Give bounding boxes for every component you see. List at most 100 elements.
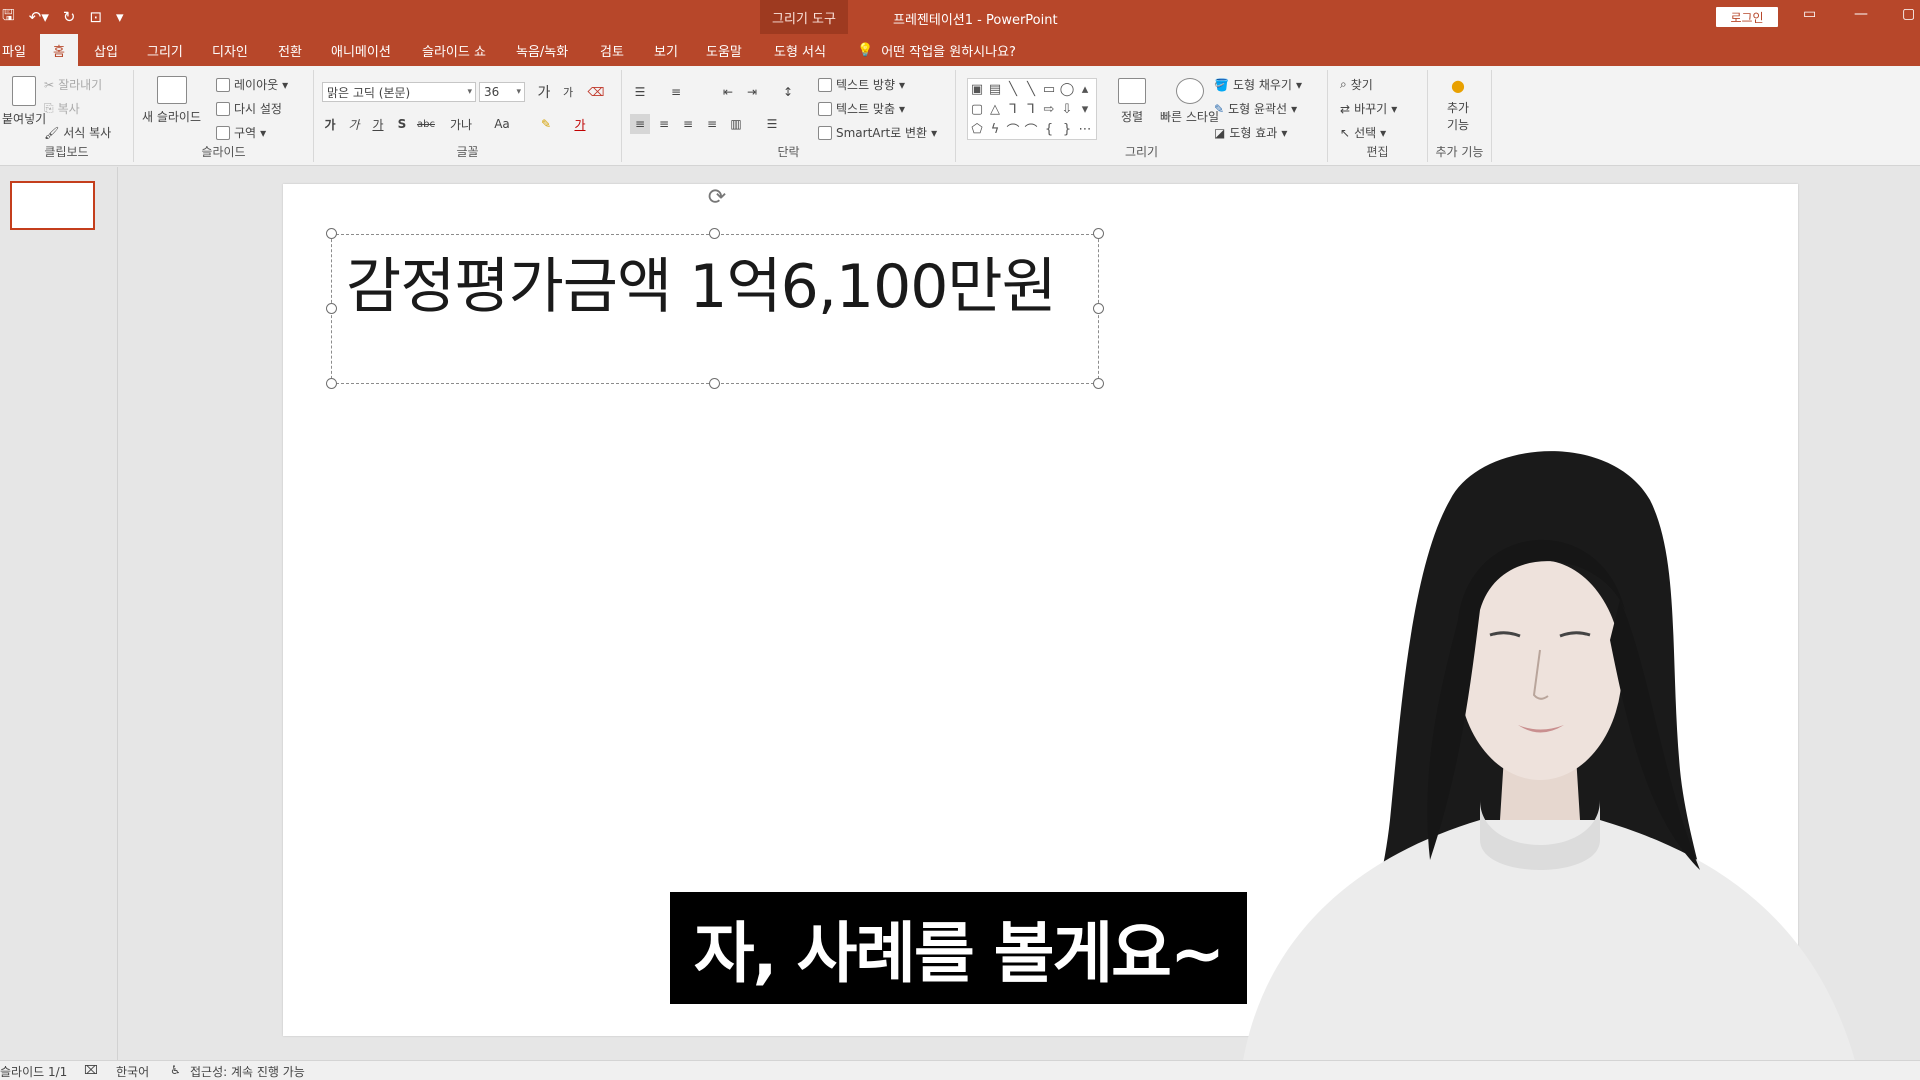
cut-button[interactable]: ✂ 잘라내기 <box>44 76 102 93</box>
connector-shape-icon[interactable]: ⅂ <box>1022 99 1040 119</box>
replace-button[interactable]: ⇄ 바꾸기 ▾ <box>1340 100 1397 117</box>
shadow-button[interactable]: S <box>392 114 412 134</box>
redo-icon[interactable]: ↻ <box>63 8 76 26</box>
tab-review[interactable]: 검토 <box>600 34 624 66</box>
tab-animations[interactable]: 애니메이션 <box>331 34 391 66</box>
align-right-icon[interactable]: ≡ <box>678 114 698 134</box>
font-color-button[interactable]: 가 <box>570 114 590 134</box>
char-spacing-button[interactable]: 가나 <box>446 114 476 134</box>
spell-check-icon[interactable]: ⌧ <box>84 1063 98 1077</box>
resize-handle-t[interactable] <box>709 228 720 239</box>
elbow-shape-icon[interactable]: ⅂ <box>1004 99 1022 119</box>
brace-right-shape-icon[interactable]: } <box>1058 119 1076 139</box>
lightning-shape-icon[interactable]: ϟ <box>986 119 1004 139</box>
undo-icon[interactable]: ↶▾ <box>29 8 49 26</box>
resize-handle-l[interactable] <box>326 303 337 314</box>
accessibility-status[interactable]: 접근성: 계속 진행 가능 <box>190 1063 305 1080</box>
resize-handle-b[interactable] <box>709 378 720 389</box>
bold-button[interactable]: 가 <box>320 114 340 134</box>
gallery-more-icon[interactable]: ⋯ <box>1076 119 1094 139</box>
text-direction-button[interactable]: 텍스트 방향 ▾ <box>818 76 905 93</box>
login-button[interactable]: 로그인 <box>1716 7 1778 27</box>
start-from-beginning-icon[interactable]: ⊡ <box>89 8 102 26</box>
resize-handle-tr[interactable] <box>1093 228 1104 239</box>
textbox-shape-icon[interactable]: ▣ <box>968 79 986 99</box>
layout-button[interactable]: 레이아웃 ▾ <box>216 76 288 93</box>
tab-file[interactable]: 파일 <box>0 34 30 66</box>
line-shape-icon[interactable]: ╲ <box>1004 79 1022 99</box>
bullets-icon[interactable]: ☰ <box>630 82 650 102</box>
font-size-select[interactable]: 36 <box>479 82 525 102</box>
tab-transitions[interactable]: 전환 <box>278 34 302 66</box>
para-align-icon[interactable]: ☰ <box>762 114 782 134</box>
paste-button[interactable]: 붙여넣기 <box>2 76 46 127</box>
shape-outline-button[interactable]: ✎ 도형 윤곽선 ▾ <box>1214 100 1297 117</box>
addins-button[interactable]: ● 추가 기능 <box>1438 76 1478 133</box>
tab-slideshow[interactable]: 슬라이드 쇼 <box>422 34 486 66</box>
quick-styles-button[interactable]: 빠른 스타일 <box>1160 78 1219 125</box>
font-name-select[interactable]: 맑은 고딕 (본문) <box>322 82 476 102</box>
tell-me-box[interactable]: 💡 어떤 작업을 원하시나요? <box>857 34 1016 66</box>
oval-shape-icon[interactable]: ◯ <box>1058 79 1076 99</box>
tab-view[interactable]: 보기 <box>654 34 678 66</box>
justify-icon[interactable]: ≡ <box>702 114 722 134</box>
vtextbox-shape-icon[interactable]: ▤ <box>986 79 1004 99</box>
shape-gallery[interactable]: ▣ ▤ ╲ ╲ ▭ ◯ ▴ ▢ △ ⅂ ⅂ ⇨ ⇩ ▾ ⬠ ϟ ⌒ ⌒ { } … <box>967 78 1097 140</box>
copy-button[interactable]: ⎘ 복사 <box>44 100 80 117</box>
resize-handle-tl[interactable] <box>326 228 337 239</box>
clear-format-icon[interactable]: ⌫ <box>586 82 606 102</box>
rect-shape-icon[interactable]: ▭ <box>1040 79 1058 99</box>
ribbon-display-icon[interactable]: ▭ <box>1803 6 1816 22</box>
columns-icon[interactable]: ▥ <box>726 114 746 134</box>
tab-design[interactable]: 디자인 <box>212 34 248 66</box>
maximize-icon[interactable]: ▢ <box>1902 6 1915 22</box>
decrease-indent-icon[interactable]: ⇤ <box>718 82 738 102</box>
brace-left-shape-icon[interactable]: { <box>1040 119 1058 139</box>
tab-record[interactable]: 녹음/녹화 <box>516 34 568 66</box>
find-button[interactable]: ⌕ 찾기 <box>1340 76 1373 93</box>
resize-handle-br[interactable] <box>1093 378 1104 389</box>
rounded-rect-shape-icon[interactable]: ▢ <box>968 99 986 119</box>
align-center-icon[interactable]: ≡ <box>654 114 674 134</box>
grow-font-button[interactable]: 가 <box>534 82 554 102</box>
resize-handle-r[interactable] <box>1093 303 1104 314</box>
arrow-down-shape-icon[interactable]: ⇩ <box>1058 99 1076 119</box>
reset-button[interactable]: 다시 설정 <box>216 100 282 117</box>
select-button[interactable]: ↖ 선택 ▾ <box>1340 124 1386 141</box>
underline-button[interactable]: 가 <box>368 114 388 134</box>
minimize-icon[interactable]: — <box>1854 6 1868 22</box>
arc-shape-icon[interactable]: ⌒ <box>1022 119 1040 139</box>
strikethrough-button[interactable]: abc <box>416 114 436 134</box>
gallery-down-icon[interactable]: ▾ <box>1076 99 1094 119</box>
triangle-shape-icon[interactable]: △ <box>986 99 1004 119</box>
resize-handle-bl[interactable] <box>326 378 337 389</box>
tab-draw[interactable]: 그리기 <box>147 34 183 66</box>
shape-fill-button[interactable]: 🪣 도형 채우기 ▾ <box>1214 76 1302 93</box>
line-spacing-icon[interactable]: ↕ <box>778 82 798 102</box>
change-case-button[interactable]: Aa <box>488 114 516 134</box>
tab-insert[interactable]: 삽입 <box>94 34 118 66</box>
gallery-up-icon[interactable]: ▴ <box>1076 79 1094 99</box>
section-button[interactable]: 구역 ▾ <box>216 124 266 141</box>
slide-thumbnail-1[interactable] <box>10 181 95 230</box>
save-icon[interactable]: 🖫 <box>2 5 15 30</box>
shrink-font-button[interactable]: 가 <box>558 82 578 102</box>
italic-button[interactable]: 가 <box>344 114 364 134</box>
accessibility-icon[interactable]: ♿ <box>170 1063 181 1077</box>
increase-indent-icon[interactable]: ⇥ <box>742 82 762 102</box>
align-left-icon[interactable]: ≡ <box>630 114 650 134</box>
align-text-button[interactable]: 텍스트 맞춤 ▾ <box>818 100 905 117</box>
pentagon-shape-icon[interactable]: ⬠ <box>968 119 986 139</box>
curve-shape-icon[interactable]: ⌒ <box>1004 119 1022 139</box>
smartart-button[interactable]: SmartArt로 변환 ▾ <box>818 124 937 141</box>
highlight-icon[interactable]: ✎ <box>536 114 556 134</box>
arrow-right-shape-icon[interactable]: ⇨ <box>1040 99 1058 119</box>
line2-shape-icon[interactable]: ╲ <box>1022 79 1040 99</box>
slide-title-text[interactable]: 감정평가금액 1억6,100만원 <box>346 238 1057 325</box>
customize-qat-icon[interactable]: ▾ <box>116 8 124 26</box>
rotate-handle-icon[interactable]: ⟳ <box>705 186 729 210</box>
shape-effects-button[interactable]: ◪ 도형 효과 ▾ <box>1214 124 1287 141</box>
tab-home[interactable]: 홈 <box>40 34 78 66</box>
tab-help[interactable]: 도움말 <box>706 34 742 66</box>
tab-shape-format[interactable]: 도형 서식 <box>774 34 826 66</box>
